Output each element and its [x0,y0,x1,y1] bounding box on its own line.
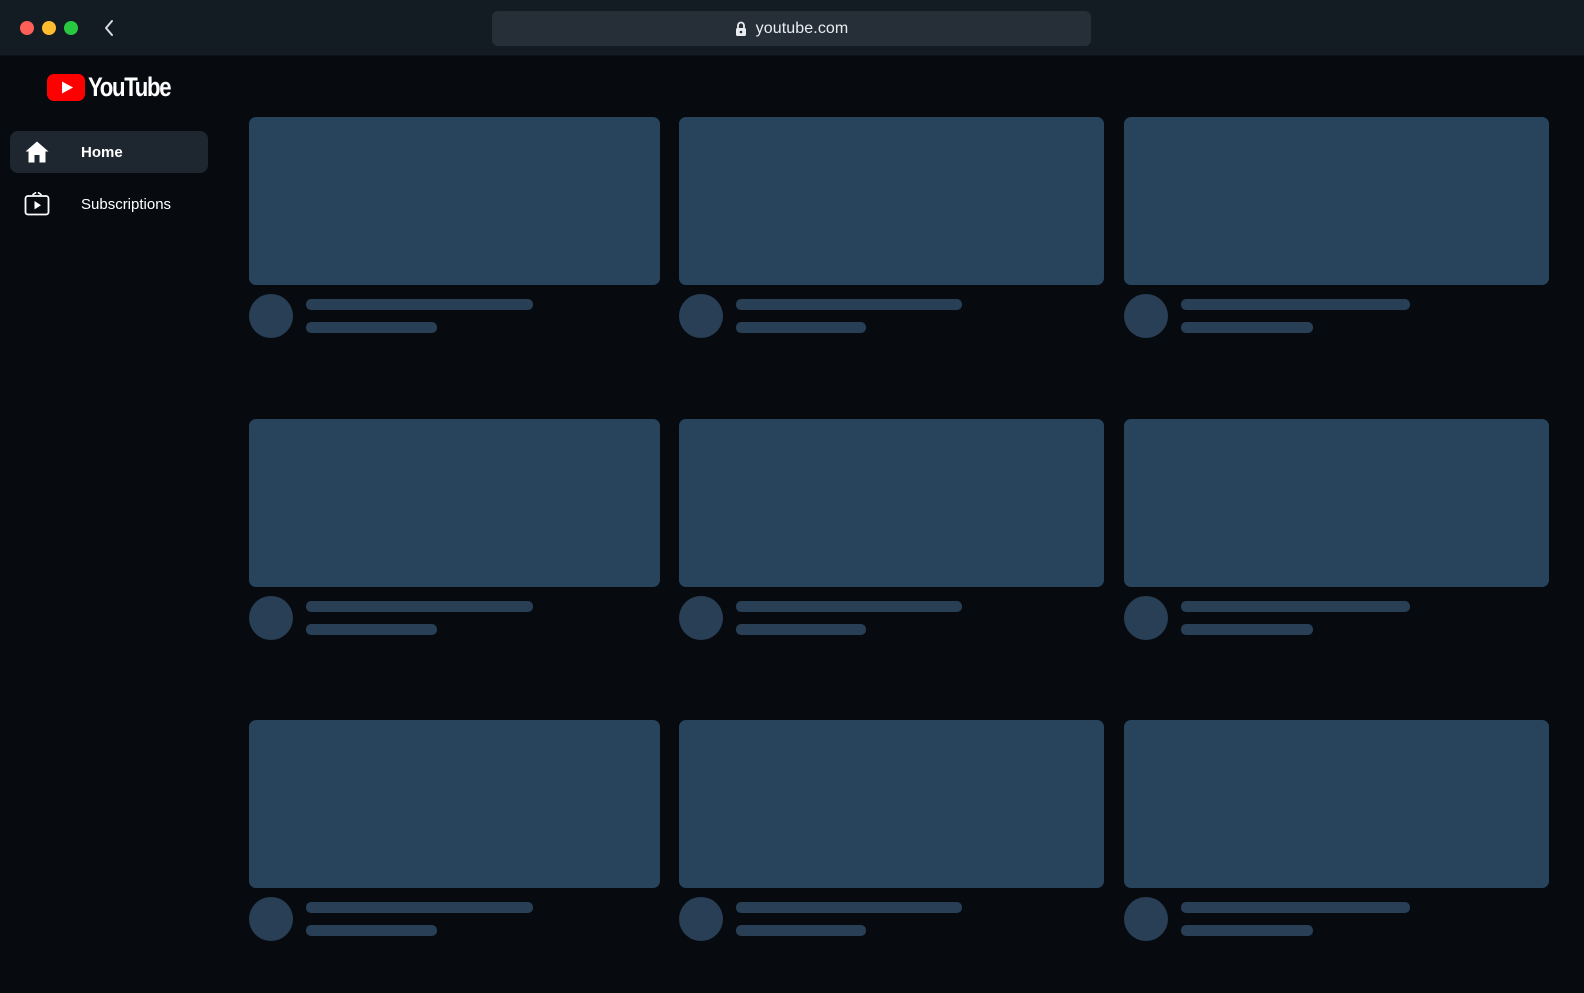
thumbnail-placeholder [679,720,1104,888]
channel-avatar-placeholder [679,294,723,338]
sidebar-item-subscriptions[interactable]: Subscriptions [10,183,208,225]
video-card-placeholder[interactable] [679,117,1104,339]
meta-line-placeholder [306,925,437,936]
channel-avatar-placeholder [1124,596,1168,640]
title-line-placeholder [1181,299,1410,310]
title-line-placeholder [306,299,533,310]
lock-icon [735,21,747,37]
meta-line-placeholder [736,322,866,333]
youtube-play-logo-icon [47,73,85,101]
video-card-placeholder[interactable] [1124,720,1549,942]
sidebar-item-home[interactable]: Home [10,131,208,173]
title-line-placeholder [306,902,533,913]
thumbnail-placeholder [1124,117,1549,285]
maximize-window-button[interactable] [64,21,78,35]
video-card-placeholder[interactable] [249,117,660,339]
meta-line-placeholder [736,925,866,936]
channel-avatar-placeholder [249,294,293,338]
title-line-placeholder [736,902,962,913]
browser-titlebar: youtube.com [0,0,1584,56]
sidebar-item-label: Home [81,143,123,161]
channel-avatar-placeholder [1124,294,1168,338]
thumbnail-placeholder [679,117,1104,285]
title-line-placeholder [1181,902,1410,913]
video-card-placeholder[interactable] [679,419,1104,641]
address-bar-url: youtube.com [755,19,849,37]
close-window-button[interactable] [20,21,34,35]
address-bar[interactable]: youtube.com [492,11,1091,46]
channel-avatar-placeholder [1124,897,1168,941]
meta-line-placeholder [306,322,437,333]
thumbnail-placeholder [249,117,660,285]
video-card-placeholder[interactable] [249,720,660,942]
video-card-placeholder[interactable] [1124,419,1549,641]
thumbnail-placeholder [1124,419,1549,587]
logo-text: YouTube [88,71,172,102]
subscriptions-icon [24,192,54,216]
thumbnail-placeholder [249,720,660,888]
youtube-logo[interactable]: YouTube [47,72,188,102]
back-button[interactable] [98,17,120,39]
chevron-left-icon [105,20,113,36]
home-icon [24,140,54,164]
title-line-placeholder [306,601,533,612]
video-card-placeholder[interactable] [679,720,1104,942]
channel-avatar-placeholder [249,596,293,640]
meta-line-placeholder [1181,624,1313,635]
meta-line-placeholder [306,624,437,635]
channel-avatar-placeholder [249,897,293,941]
minimize-window-button[interactable] [42,21,56,35]
channel-avatar-placeholder [679,596,723,640]
channel-avatar-placeholder [679,897,723,941]
thumbnail-placeholder [679,419,1104,587]
video-card-placeholder[interactable] [1124,117,1549,339]
video-card-placeholder[interactable] [249,419,660,641]
meta-line-placeholder [736,624,866,635]
meta-line-placeholder [1181,925,1313,936]
browser-window: youtube.com YouTube Home Subscriptions [0,0,1584,993]
title-line-placeholder [1181,601,1410,612]
thumbnail-placeholder [249,419,660,587]
thumbnail-placeholder [1124,720,1549,888]
title-line-placeholder [736,299,962,310]
sidebar-item-label: Subscriptions [81,195,172,213]
title-line-placeholder [736,601,962,612]
meta-line-placeholder [1181,322,1313,333]
